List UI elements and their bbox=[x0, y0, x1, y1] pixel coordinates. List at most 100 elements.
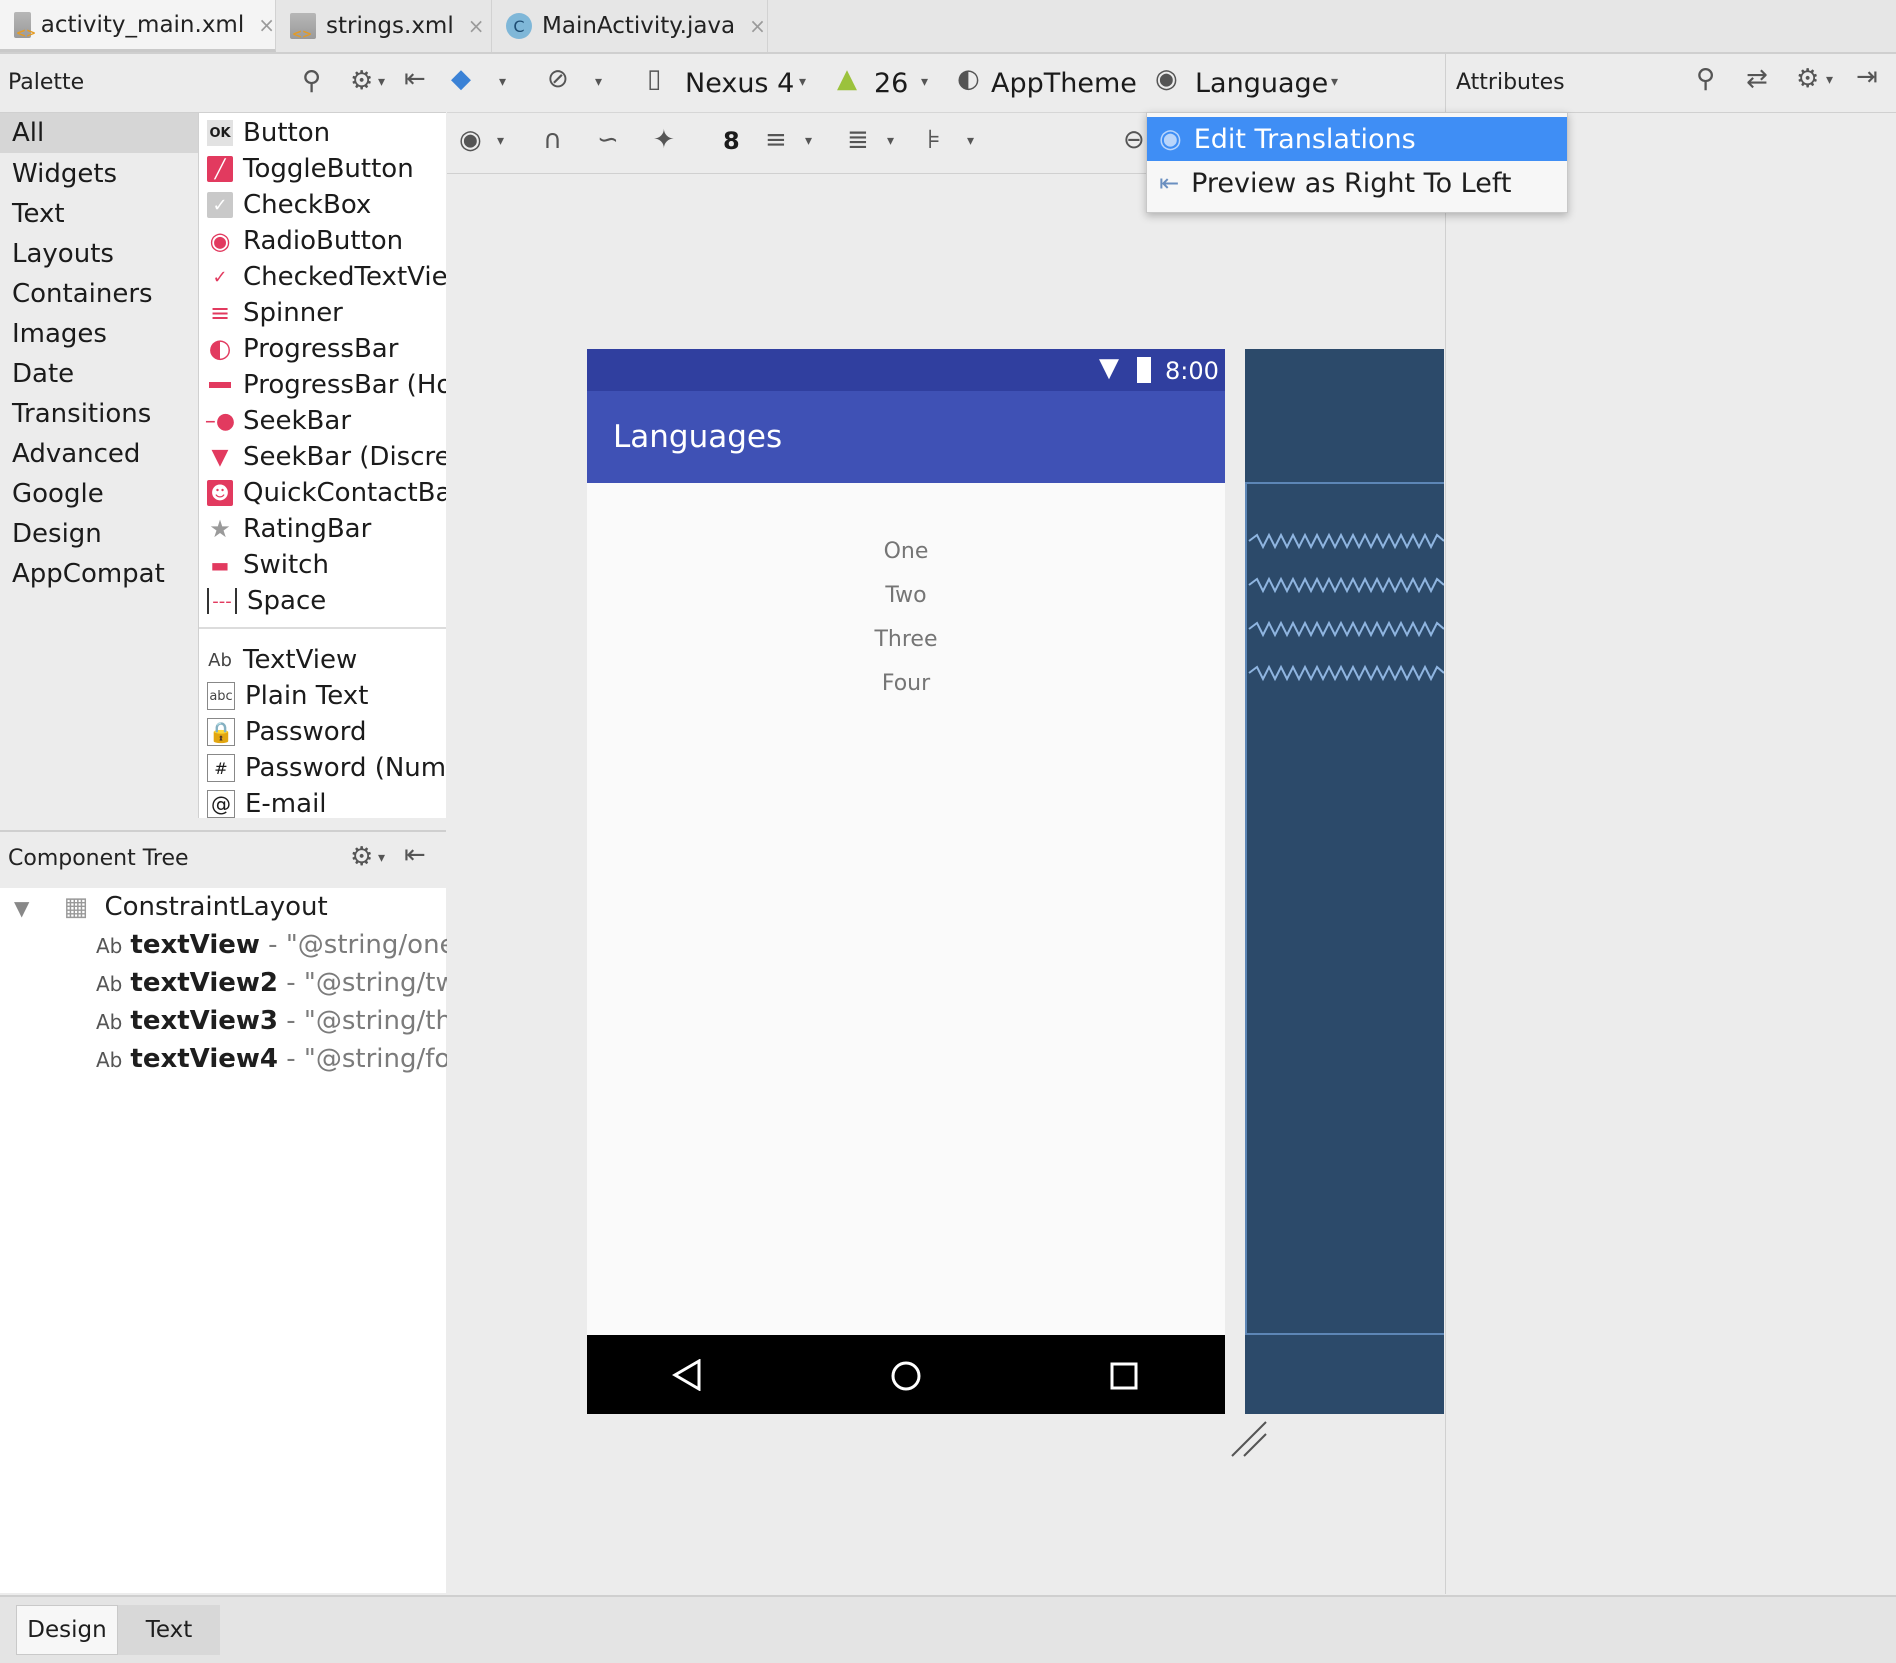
magnet-icon[interactable]: ∩ bbox=[543, 125, 562, 155]
chevron-down-icon[interactable]: ▾ bbox=[378, 74, 385, 90]
gear-icon[interactable]: ⚙ bbox=[350, 842, 373, 872]
tree-node-textview4[interactable]: Ab textView4 - "@string/four" bbox=[96, 1044, 489, 1074]
resize-handle-icon[interactable] bbox=[1230, 1420, 1270, 1460]
magic-wand-icon[interactable]: ✦ bbox=[653, 125, 675, 155]
at-sign-icon: @ bbox=[207, 790, 235, 818]
expand-triangle-icon[interactable]: ▼ bbox=[14, 896, 29, 920]
chevron-down-icon[interactable]: ▾ bbox=[378, 850, 385, 866]
spinner-icon: ≡ bbox=[209, 299, 231, 327]
palette-item-switch[interactable]: ▬ Switch bbox=[207, 548, 329, 582]
tab-strings[interactable]: strings.xml × bbox=[276, 0, 492, 52]
text-view-three[interactable]: Three bbox=[587, 627, 1225, 652]
attributes-header: Attributes ⚲ ⇄ ⚙ ▾ ⇥ bbox=[1445, 54, 1896, 113]
palette-item-radiobutton[interactable]: ◉ RadioButton bbox=[207, 224, 404, 258]
search-icon[interactable]: ⚲ bbox=[302, 66, 321, 96]
swap-icon[interactable]: ⇄ bbox=[1746, 64, 1768, 94]
close-icon[interactable]: × bbox=[749, 14, 766, 38]
constraint-layout-icon: ▦ bbox=[63, 892, 89, 922]
category-widgets[interactable]: Widgets bbox=[12, 159, 117, 189]
device-selector[interactable]: Nexus 4 bbox=[685, 68, 794, 99]
zoom-out-icon[interactable]: ⊖ bbox=[1123, 125, 1145, 155]
tab-activity-main[interactable]: activity_main.xml × bbox=[0, 0, 276, 52]
tree-node-constraintlayout[interactable]: ▼ ▦ ConstraintLayout bbox=[14, 892, 328, 922]
gear-icon[interactable]: ⚙ bbox=[1796, 64, 1819, 94]
palette-item-checkedtextview[interactable]: ✓ CheckedTextView bbox=[207, 260, 446, 294]
palette-item-spinner[interactable]: ≡ Spinner bbox=[207, 296, 343, 330]
collapse-panel-icon[interactable]: ⇤ bbox=[404, 840, 426, 870]
layers-icon[interactable]: ◆ bbox=[451, 64, 471, 94]
chevron-down-icon[interactable]: ▾ bbox=[921, 74, 928, 90]
search-icon[interactable]: ⚲ bbox=[1696, 64, 1715, 94]
tab-text[interactable]: Text bbox=[118, 1605, 220, 1655]
chevron-down-icon[interactable]: ▾ bbox=[887, 133, 894, 149]
tree-node-textview2[interactable]: Ab textView2 - "@string/two" bbox=[96, 968, 485, 998]
palette-item-label: Spinner bbox=[243, 298, 343, 328]
category-design[interactable]: Design bbox=[12, 519, 102, 549]
default-margin[interactable]: 8 bbox=[723, 127, 740, 155]
tree-node-textview3[interactable]: Ab textView3 - "@string/three" bbox=[96, 1006, 506, 1036]
palette-item-seekbar-discrete[interactable]: ▼ SeekBar (Discrete) bbox=[207, 440, 446, 474]
text-view-one[interactable]: One bbox=[587, 539, 1225, 564]
align-icon[interactable]: ≣ bbox=[847, 125, 869, 155]
theme-selector[interactable]: AppTheme bbox=[991, 68, 1137, 99]
tab-design[interactable]: Design bbox=[16, 1605, 118, 1655]
palette-item-password-numeric[interactable]: # Password (Numeric) bbox=[207, 751, 446, 785]
category-layouts[interactable]: Layouts bbox=[12, 239, 114, 269]
clear-constraints-icon[interactable]: ∽ bbox=[597, 125, 619, 155]
category-text[interactable]: Text bbox=[12, 199, 65, 229]
palette-item-email[interactable]: @ E-mail bbox=[207, 787, 327, 818]
chevron-down-icon[interactable]: ▾ bbox=[595, 74, 602, 90]
guidelines-icon[interactable]: ⊧ bbox=[927, 125, 941, 155]
category-google[interactable]: Google bbox=[12, 479, 104, 509]
palette-item-seekbar[interactable]: –● SeekBar bbox=[205, 404, 351, 438]
palette-item-togglebutton[interactable]: ╱ ToggleButton bbox=[207, 152, 414, 186]
palette-item-quickcontactbadge[interactable]: ☻ QuickContactBadge bbox=[207, 476, 446, 510]
category-date[interactable]: Date bbox=[12, 359, 74, 389]
palette-item-progressbar-horizontal[interactable]: ProgressBar (Horizontal) bbox=[207, 368, 446, 402]
language-selector[interactable]: Language bbox=[1195, 68, 1328, 99]
palette-item-plain-text[interactable]: abc Plain Text bbox=[207, 679, 368, 713]
category-containers[interactable]: Containers bbox=[12, 279, 153, 309]
text-view-two[interactable]: Two bbox=[587, 583, 1225, 608]
menu-item-preview-rtl[interactable]: ⇤ Preview as Right To Left bbox=[1147, 161, 1567, 205]
progress-icon: ◐ bbox=[208, 334, 232, 364]
palette-item-progressbar[interactable]: ◐ ProgressBar bbox=[207, 332, 399, 366]
chevron-down-icon[interactable]: ▾ bbox=[1331, 74, 1338, 90]
tab-main-activity[interactable]: C MainActivity.java × bbox=[492, 0, 768, 52]
text-view-four[interactable]: Four bbox=[587, 671, 1225, 696]
gear-icon[interactable]: ⚙ bbox=[350, 66, 373, 96]
hide-panel-icon[interactable]: ⇥ bbox=[1856, 62, 1878, 92]
close-icon[interactable]: × bbox=[258, 13, 275, 37]
blueprint-preview[interactable] bbox=[1245, 349, 1444, 1414]
editor-tab-bar: activity_main.xml × strings.xml × C Main… bbox=[0, 0, 1896, 54]
api-level-selector[interactable]: 26 bbox=[874, 68, 908, 99]
collapse-panel-icon[interactable]: ⇤ bbox=[404, 64, 426, 94]
tree-node-textview[interactable]: Ab textView - "@string/one" bbox=[96, 930, 468, 960]
device-preview[interactable]: ▼ 8:00 Languages One Two Three Four bbox=[587, 349, 1225, 1414]
pack-icon[interactable]: ≡ bbox=[765, 125, 787, 155]
category-advanced[interactable]: Advanced bbox=[12, 439, 140, 469]
close-icon[interactable]: × bbox=[468, 14, 485, 38]
palette-item-space[interactable]: --- Space bbox=[207, 584, 326, 618]
category-images[interactable]: Images bbox=[12, 319, 107, 349]
palette-item-checkbox[interactable]: ✓ CheckBox bbox=[207, 188, 371, 222]
chevron-down-icon[interactable]: ▾ bbox=[805, 133, 812, 149]
palette-item-textview[interactable]: Ab TextView bbox=[207, 643, 357, 677]
chevron-down-icon[interactable]: ▾ bbox=[967, 133, 974, 149]
home-icon bbox=[891, 1361, 921, 1391]
palette-item-label: RatingBar bbox=[243, 514, 372, 544]
category-transitions[interactable]: Transitions bbox=[12, 399, 151, 429]
eye-icon[interactable]: ◉ bbox=[459, 125, 482, 155]
palette-item-button[interactable]: OK Button bbox=[207, 116, 330, 150]
chevron-down-icon[interactable]: ▾ bbox=[497, 133, 504, 149]
category-all[interactable]: All bbox=[0, 113, 198, 153]
orientation-icon[interactable]: ⊘ bbox=[547, 64, 569, 94]
palette-item-password[interactable]: 🔒 Password bbox=[207, 715, 366, 749]
chevron-down-icon[interactable]: ▾ bbox=[799, 74, 806, 90]
chevron-down-icon[interactable]: ▾ bbox=[499, 74, 506, 90]
palette-item-ratingbar[interactable]: ★ RatingBar bbox=[207, 512, 371, 546]
chevron-down-icon[interactable]: ▾ bbox=[1826, 72, 1833, 88]
menu-item-edit-translations[interactable]: ◉ Edit Translations bbox=[1147, 117, 1567, 161]
category-appcompat[interactable]: AppCompat bbox=[12, 559, 165, 589]
palette-item-label: QuickContactBadge bbox=[243, 478, 446, 508]
